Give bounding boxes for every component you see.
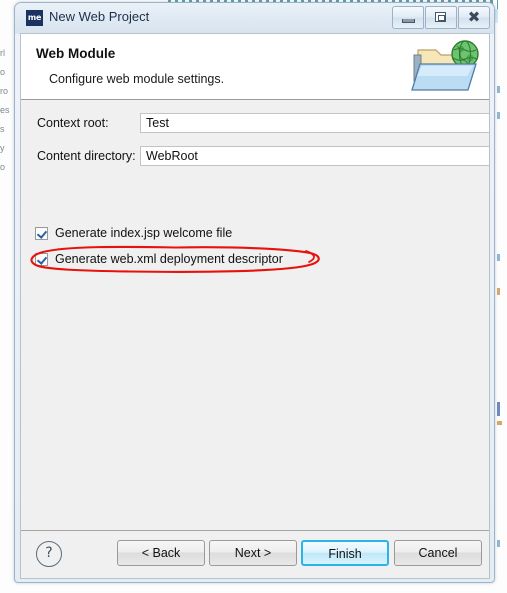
background-left-text: rl o ro es s y o — [0, 44, 14, 177]
wizard-footer: ? < Back Next > Finish Cancel — [21, 530, 489, 578]
minimize-button[interactable] — [392, 6, 424, 29]
window-controls: ✖ — [391, 6, 490, 29]
background-right-marks — [497, 0, 505, 593]
close-icon: ✖ — [467, 8, 481, 26]
context-root-label: Context root: — [37, 116, 109, 130]
dialog-title: New Web Project — [49, 9, 150, 24]
background-left-text-line: rl — [0, 48, 5, 58]
generate-index-jsp-label: Generate index.jsp welcome file — [55, 226, 233, 240]
generate-index-jsp-checkbox[interactable] — [35, 227, 48, 240]
generate-web-xml-checkbox[interactable] — [35, 253, 48, 266]
finish-button[interactable]: Finish — [301, 540, 389, 566]
cancel-button[interactable]: Cancel — [394, 540, 482, 566]
background-left-text-line: o — [0, 67, 6, 77]
folder-globe-icon — [410, 38, 484, 96]
background-left-text-line: y — [0, 143, 5, 153]
restore-icon — [435, 12, 446, 22]
new-web-project-dialog: me New Web Project ✖ Web Module Configur… — [14, 2, 495, 583]
wizard-body: Context root: Content directory: Generat… — [21, 101, 489, 533]
context-root-input[interactable] — [140, 113, 489, 133]
generate-web-xml-label: Generate web.xml deployment descriptor — [55, 252, 283, 266]
myeclipse-me-icon: me — [26, 10, 43, 26]
wizard-header: Web Module Configure web module settings… — [21, 34, 489, 100]
page-title: Web Module — [36, 46, 116, 61]
dialog-content-frame: Web Module Configure web module settings… — [20, 33, 490, 579]
close-button[interactable]: ✖ — [458, 6, 490, 29]
dialog-title-bar[interactable]: me New Web Project ✖ — [15, 3, 494, 34]
background-left-text-line: o — [0, 162, 6, 172]
next-button[interactable]: Next > — [209, 540, 297, 566]
restore-button[interactable] — [425, 6, 457, 29]
background-left-text-line: s — [0, 124, 5, 134]
background-left-text-line: es — [0, 105, 10, 115]
background-left-text-line: ro — [0, 86, 9, 96]
minimize-icon — [402, 19, 415, 23]
help-icon[interactable]: ? — [36, 541, 62, 567]
page-description: Configure web module settings. — [49, 72, 225, 86]
back-button[interactable]: < Back — [117, 540, 205, 566]
content-directory-label: Content directory: — [37, 149, 136, 163]
content-directory-input[interactable] — [140, 146, 489, 166]
